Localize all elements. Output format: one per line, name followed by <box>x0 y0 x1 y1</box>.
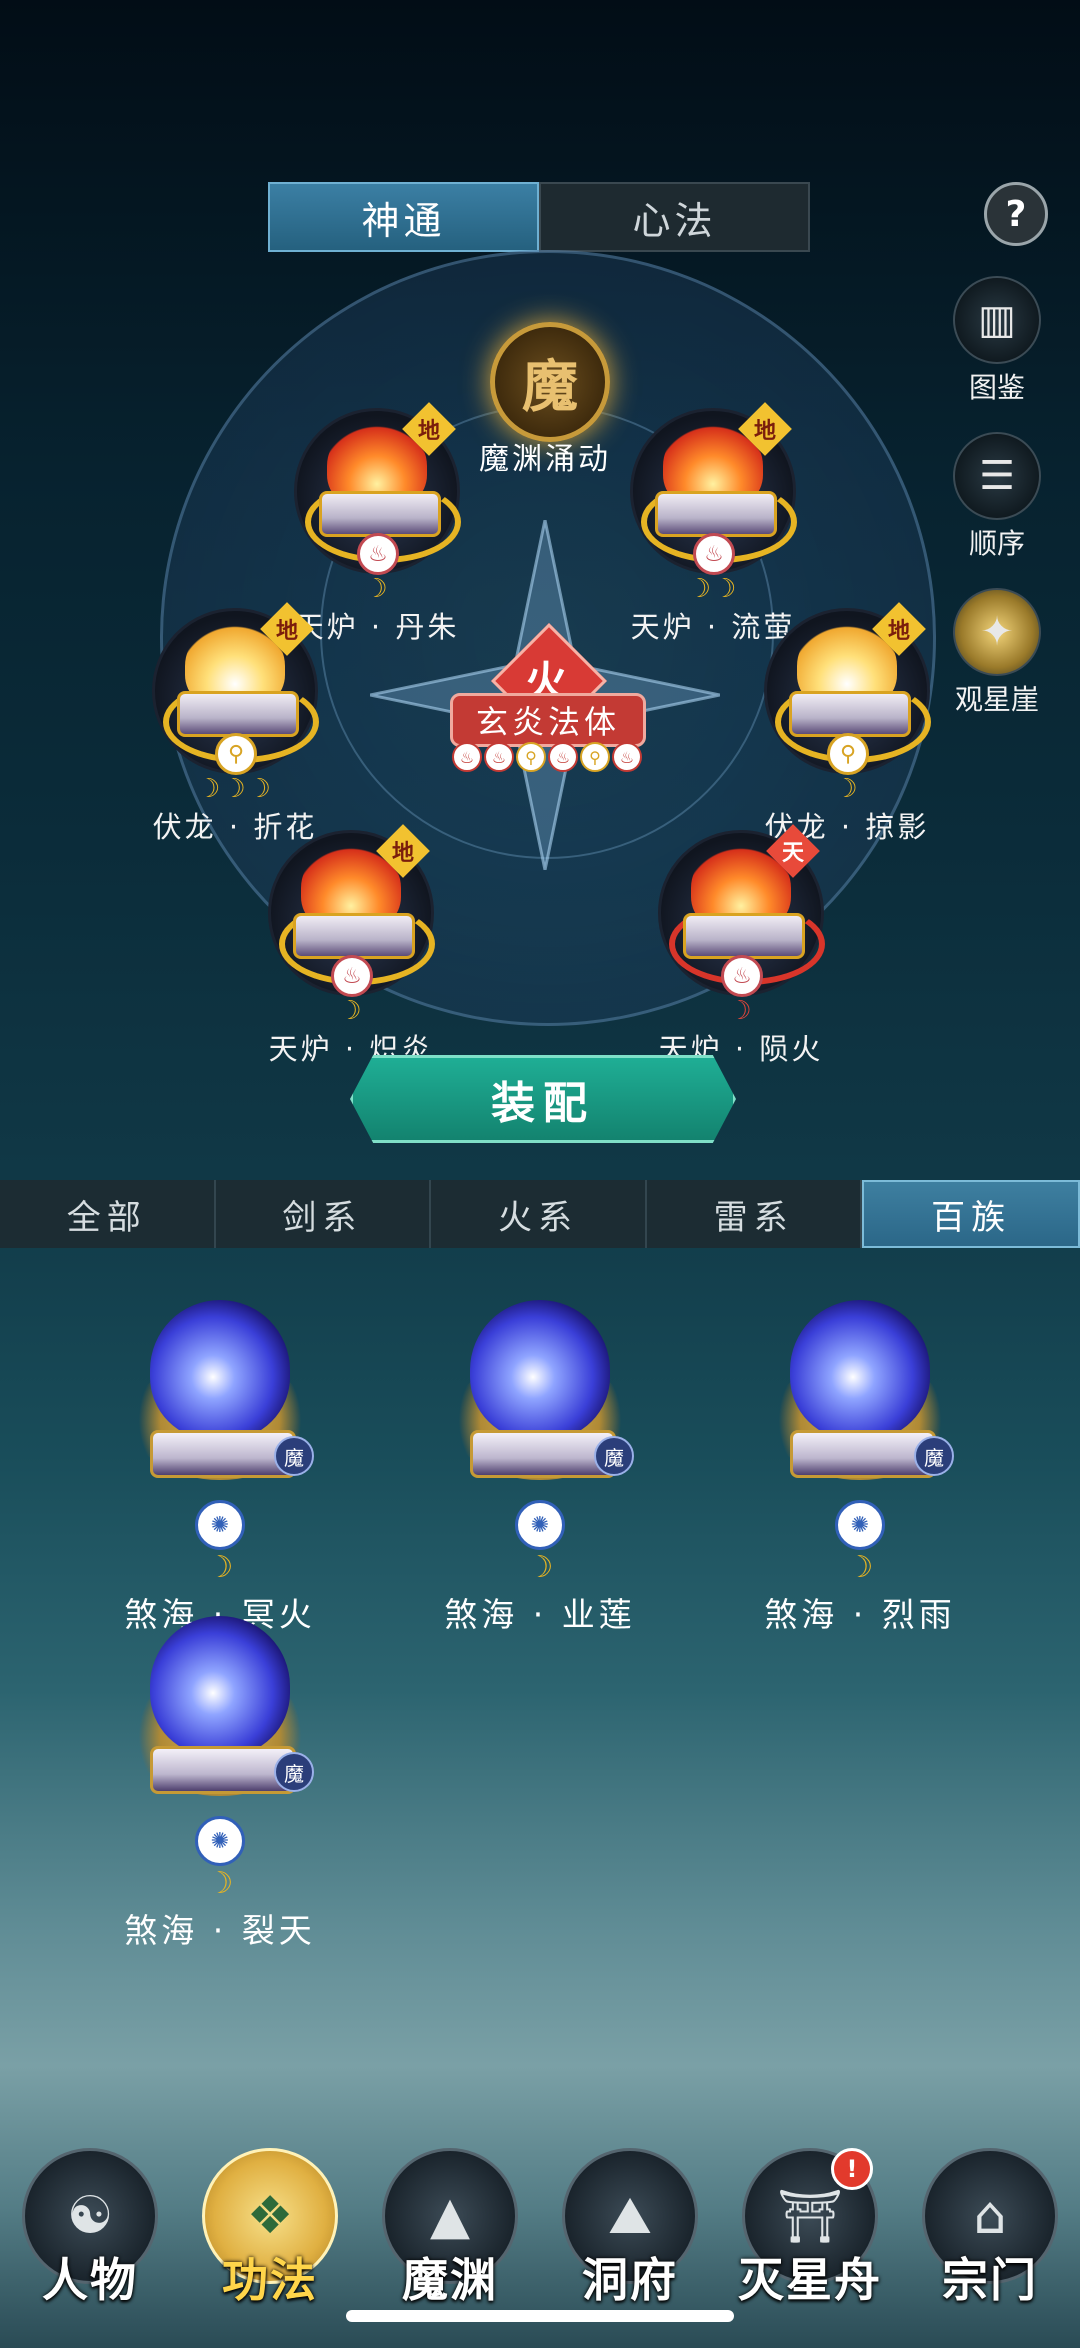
nav-ship[interactable]: ⛩ ! 灭星舟 <box>725 2148 895 2310</box>
fire-icon: ♨ <box>357 533 399 575</box>
order-label: 顺序 <box>968 527 1025 560</box>
metal-dot-icon: ⚲ <box>516 742 546 772</box>
tujian-label: 图鉴 <box>968 371 1025 404</box>
filter-tab-fire[interactable]: 火系 <box>431 1180 647 1248</box>
skill-art: 魔 <box>440 1300 640 1500</box>
clan-icon: ✺ <box>195 1500 245 1550</box>
star-tower-icon: ✦ <box>953 588 1041 676</box>
metal-icon: ⚲ <box>827 733 869 775</box>
guanxingya-button[interactable]: ✦ 观星崖 <box>952 588 1042 718</box>
top-tab-bar: 神通 心法 <box>268 182 810 252</box>
moon-icons: ☽☽☽ <box>197 774 273 804</box>
fire-dot-icon: ♨ <box>612 742 642 772</box>
nav-label: 灭星舟 <box>738 2253 882 2307</box>
skill-name: 煞海 · 裂天 <box>124 1911 316 1950</box>
clan-icon: ✺ <box>195 1816 245 1866</box>
nav-abyss[interactable]: ▲ 魔渊 <box>365 2148 535 2310</box>
body-name-banner: 玄炎法体 <box>450 693 646 747</box>
skill-art: 魔 <box>760 1300 960 1500</box>
demon-badge: 魔 <box>594 1436 634 1476</box>
moon-icon: ☽ <box>206 1550 234 1585</box>
sort-icon: ☰ <box>953 432 1041 520</box>
equip-button[interactable]: 装配 <box>350 1055 736 1143</box>
moon-icon: ☽ <box>206 1866 234 1901</box>
moon-icons: ☽ <box>338 996 364 1026</box>
filter-tab-sword[interactable]: 剑系 <box>216 1180 432 1248</box>
bottom-nav: ☯ 人物 ❖ 功法 ▲ 魔渊 ⛰ 洞府 ⛩ ! 灭星舟 ⌂ 宗门 <box>0 2110 1080 2310</box>
skill-slot-3[interactable]: ⚲ 地 ☽☽☽ 伏龙 · 折花 <box>150 602 320 846</box>
moon-icons: ☽ <box>834 774 860 804</box>
moon-icons: ☽ <box>364 574 390 604</box>
nav-sect[interactable]: ⌂ 宗门 <box>905 2148 1075 2310</box>
tab-shentong[interactable]: 神通 <box>268 182 539 252</box>
tujian-button[interactable]: ▥ 图鉴 <box>952 276 1042 406</box>
fire-dot-icon: ♨ <box>452 742 482 772</box>
filter-tab-thunder[interactable]: 雷系 <box>647 1180 863 1248</box>
tab-xinfa[interactable]: 心法 <box>539 182 810 252</box>
nav-character[interactable]: ☯ 人物 <box>5 2148 175 2310</box>
clan-icon: ✺ <box>515 1500 565 1550</box>
demon-badge: 魔 <box>914 1436 954 1476</box>
demon-badge: 魔 <box>274 1752 314 1792</box>
skill-card-3[interactable]: 魔 ✺ ☽ 煞海 · 烈雨 <box>740 1300 980 1636</box>
book-icon: ▥ <box>953 276 1041 364</box>
fire-dot-icon: ♨ <box>484 742 514 772</box>
demon-skill-name: 魔渊涌动 <box>479 442 611 477</box>
nav-label: 功法 <box>222 2253 318 2307</box>
metal-icon: ⚲ <box>215 733 257 775</box>
home-indicator[interactable] <box>346 2310 734 2322</box>
moon-icons: ☽☽ <box>687 574 739 604</box>
skill-slot-6[interactable]: ♨ 天 ☽ 天炉 · 陨火 <box>656 824 826 1068</box>
skill-name: 煞海 · 业莲 <box>444 1595 636 1634</box>
nav-label: 洞府 <box>582 2253 678 2307</box>
nav-label: 魔渊 <box>402 2253 498 2307</box>
nav-technique[interactable]: ❖ 功法 <box>185 2148 355 2310</box>
filter-tab-all[interactable]: 全部 <box>0 1180 216 1248</box>
skill-slot-4[interactable]: ⚲ 地 ☽ 伏龙 · 掠影 <box>762 602 932 846</box>
filter-tab-baizu[interactable]: 百族 <box>862 1180 1080 1248</box>
fire-icon: ♨ <box>331 955 373 997</box>
demon-badge: 魔 <box>274 1436 314 1476</box>
skill-card-4[interactable]: 魔 ✺ ☽ 煞海 · 裂天 <box>100 1616 340 1952</box>
nav-label: 人物 <box>42 2253 138 2307</box>
skill-art: 魔 <box>120 1616 320 1816</box>
moon-icons: ☽ <box>728 996 754 1026</box>
moon-icon: ☽ <box>846 1550 874 1585</box>
nav-label: 宗门 <box>942 2253 1038 2307</box>
clan-icon: ✺ <box>835 1500 885 1550</box>
order-button[interactable]: ☰ 顺序 <box>952 432 1042 562</box>
nav-cave[interactable]: ⛰ 洞府 <box>545 2148 715 2310</box>
guanxingya-label: 观星崖 <box>954 683 1039 716</box>
fire-dot-icon: ♨ <box>548 742 578 772</box>
demon-coin-icon[interactable]: 魔 <box>490 322 610 442</box>
help-button[interactable]: ? <box>984 182 1048 246</box>
alert-badge: ! <box>831 2148 873 2190</box>
fire-icon: ♨ <box>721 955 763 997</box>
skill-card-1[interactable]: 魔 ✺ ☽ 煞海 · 冥火 <box>100 1300 340 1636</box>
fire-icon: ♨ <box>693 533 735 575</box>
metal-dot-icon: ⚲ <box>580 742 610 772</box>
skill-art: 魔 <box>120 1300 320 1500</box>
moon-icon: ☽ <box>526 1550 554 1585</box>
skill-card-2[interactable]: 魔 ✺ ☽ 煞海 · 业莲 <box>420 1300 660 1636</box>
skill-slot-5[interactable]: ♨ 地 ☽ 天炉 · 炽炎 <box>266 824 436 1068</box>
skill-name: 煞海 · 烈雨 <box>764 1595 956 1634</box>
filter-tab-bar: 全部 剑系 火系 雷系 百族 <box>0 1180 1080 1248</box>
element-dots: ♨ ♨ ⚲ ♨ ⚲ ♨ <box>452 742 642 772</box>
